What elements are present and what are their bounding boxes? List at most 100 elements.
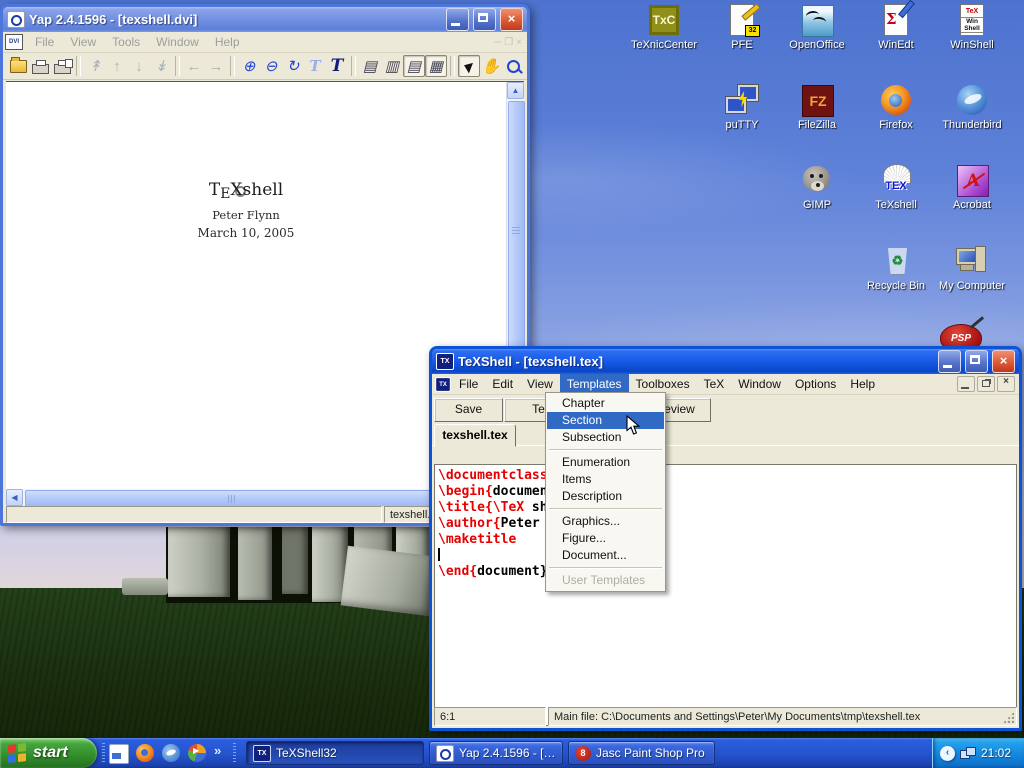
page-width-icon[interactable]: ▤ <box>403 55 425 77</box>
taskbar-clock[interactable]: 21:02 <box>981 746 1011 760</box>
icon-label: GIMP <box>772 199 862 211</box>
tray-collapse-chevron[interactable]: ‹ <box>940 746 955 761</box>
desktop-icon-openoffice[interactable]: OpenOffice <box>772 3 862 51</box>
templates-menu-item[interactable]: Description <box>547 488 664 505</box>
maximize-button[interactable] <box>965 350 988 373</box>
taskbar-button-yap[interactable]: Yap 2.4.1596 - [texs... <box>429 741 563 765</box>
minimize-button[interactable] <box>938 350 961 373</box>
texshell-menu-item[interactable]: TeX <box>697 374 732 394</box>
yap-menu-item[interactable]: File <box>27 33 62 51</box>
yap-menu-item[interactable]: Window <box>148 33 207 51</box>
templates-menu-item[interactable]: Chapter <box>547 395 664 412</box>
zoom-in-icon[interactable]: ⊕ <box>238 55 260 77</box>
winedt-icon: Σ <box>879 3 913 37</box>
texshell-menu-item[interactable]: Help <box>843 374 882 394</box>
templates-menu-item[interactable]: Graphics... <box>547 513 664 530</box>
texshell-window: TX TeXShell - [texshell.tex] × TX FileEd… <box>429 346 1022 731</box>
mdi-close-button[interactable]: × <box>997 376 1015 392</box>
yap-toolbar: ↟↑↓↡←→⊕⊖↻TT▤▥▤▦▶✋ <box>3 53 527 80</box>
yap-app-icon[interactable] <box>7 11 25 28</box>
texshell-menu-item[interactable]: Toolboxes <box>629 374 697 394</box>
print-pages-icon[interactable] <box>51 55 73 77</box>
dvi-document-icon[interactable]: DVI <box>5 34 23 50</box>
continuous-view-icon[interactable]: ▦ <box>425 55 447 77</box>
start-button[interactable]: start <box>0 738 97 768</box>
templates-menu-item[interactable]: Enumeration <box>547 454 664 471</box>
texshell-window-title: TeXShell - [texshell.tex] <box>458 354 934 369</box>
yap-menu-item[interactable]: Help <box>207 33 248 51</box>
show-desktop-icon[interactable] <box>109 744 129 764</box>
toolbar-grip[interactable] <box>102 743 105 763</box>
vertical-scroll-thumb[interactable] <box>508 101 525 353</box>
save-button[interactable]: Save <box>434 398 503 422</box>
code-editor[interactable]: \documentclass{article}\begin{document}\… <box>434 464 1017 726</box>
text-outline-icon[interactable]: T <box>304 55 326 77</box>
desktop-icon-gimp[interactable]: GIMP <box>772 163 862 211</box>
yap-menu-item[interactable]: Tools <box>104 33 148 51</box>
print-icon[interactable] <box>29 55 51 77</box>
hand-tool-icon[interactable]: ✋ <box>480 55 502 77</box>
texshell-menu-item[interactable]: Options <box>788 374 843 394</box>
status-panel <box>6 506 382 523</box>
templates-menu-item <box>549 508 662 510</box>
text-render-icon[interactable]: T <box>326 55 348 77</box>
templates-menu-item[interactable]: Section <box>547 412 664 429</box>
desktop-icon-acrobat[interactable]: A Acrobat <box>927 163 1017 211</box>
network-tray-icon[interactable] <box>960 747 976 759</box>
texshell-menu-item[interactable]: Edit <box>485 374 520 394</box>
resize-grip[interactable] <box>1002 711 1015 724</box>
zoom-out-icon[interactable]: ⊖ <box>260 55 282 77</box>
desktop-icon-thunderbird[interactable]: Thunderbird <box>927 83 1017 131</box>
open-icon[interactable] <box>7 55 29 77</box>
thunderbird-quicklaunch-icon[interactable] <box>162 744 180 762</box>
templates-menu-item[interactable]: Items <box>547 471 664 488</box>
horizontal-scroll-thumb[interactable] <box>25 490 431 507</box>
select-tool-icon[interactable]: ▶ <box>458 55 480 77</box>
desktop-icon-texniccenter[interactable]: TxC TeXnicCenter <box>619 3 709 51</box>
desktop-icon-winshell[interactable]: TeXWin Shell WinShell <box>927 3 1017 51</box>
scroll-left-button[interactable]: ◀ <box>6 489 23 506</box>
texshell-menu-item[interactable]: Window <box>731 374 788 394</box>
taskbar-button-paintshoppro[interactable]: 8 Jasc Paint Shop Pro <box>568 741 715 765</box>
first-page-icon[interactable]: ↟ <box>84 55 106 77</box>
toolbar-separator <box>175 56 180 76</box>
minimize-button[interactable] <box>446 8 469 31</box>
magnifier-tool-icon[interactable] <box>502 55 524 77</box>
maximize-button[interactable] <box>473 8 496 31</box>
close-button[interactable]: × <box>500 8 523 31</box>
texshell-menu-item[interactable]: Templates <box>560 374 629 394</box>
mdi-minimize-button[interactable] <box>957 376 975 392</box>
quicklaunch-overflow-chevron[interactable]: » <box>214 743 221 758</box>
texshell-app-icon[interactable]: TX <box>436 353 454 370</box>
texshell-menu-item[interactable]: View <box>520 374 560 394</box>
scroll-up-button[interactable]: ▲ <box>507 82 524 99</box>
back-icon[interactable]: ← <box>183 55 205 77</box>
close-button[interactable]: × <box>992 350 1015 373</box>
refresh-icon[interactable]: ↻ <box>282 55 304 77</box>
last-page-icon[interactable]: ↡ <box>150 55 172 77</box>
desktop-icon-filezilla[interactable]: FZ FileZilla <box>772 83 862 131</box>
editor-tab-bar: texshell.tex <box>432 423 1019 446</box>
forward-icon[interactable]: → <box>205 55 227 77</box>
next-page-icon[interactable]: ↓ <box>128 55 150 77</box>
texshell-menu-item[interactable]: File <box>452 374 485 394</box>
templates-menu-item[interactable]: Subsection <box>547 429 664 446</box>
media-player-quicklaunch-icon[interactable] <box>188 744 206 762</box>
facing-pages-icon[interactable]: ▥ <box>381 55 403 77</box>
templates-menu-item[interactable]: Document... <box>547 547 664 564</box>
toolbar-grip[interactable] <box>233 743 236 763</box>
mdi-system-icon[interactable]: TX <box>435 377 450 391</box>
mdi-restore-button[interactable] <box>977 376 995 392</box>
templates-menu-item[interactable]: Figure... <box>547 530 664 547</box>
code-line: \documentclass{article} <box>438 468 1016 484</box>
tab-texshell-tex[interactable]: texshell.tex <box>434 424 516 447</box>
single-page-icon[interactable]: ▤ <box>359 55 381 77</box>
yap-menu-item[interactable]: View <box>62 33 104 51</box>
toolbar-separator <box>230 56 235 76</box>
desktop-icon-my-computer[interactable]: My Computer <box>927 244 1017 292</box>
yap-titlebar[interactable]: Yap 2.4.1596 - [texshell.dvi] × <box>3 7 527 32</box>
prev-page-icon[interactable]: ↑ <box>106 55 128 77</box>
firefox-quicklaunch-icon[interactable] <box>136 744 154 762</box>
texshell-titlebar[interactable]: TX TeXShell - [texshell.tex] × <box>432 349 1019 374</box>
taskbar-button-texshell[interactable]: TX TeXShell32 <box>246 741 424 765</box>
